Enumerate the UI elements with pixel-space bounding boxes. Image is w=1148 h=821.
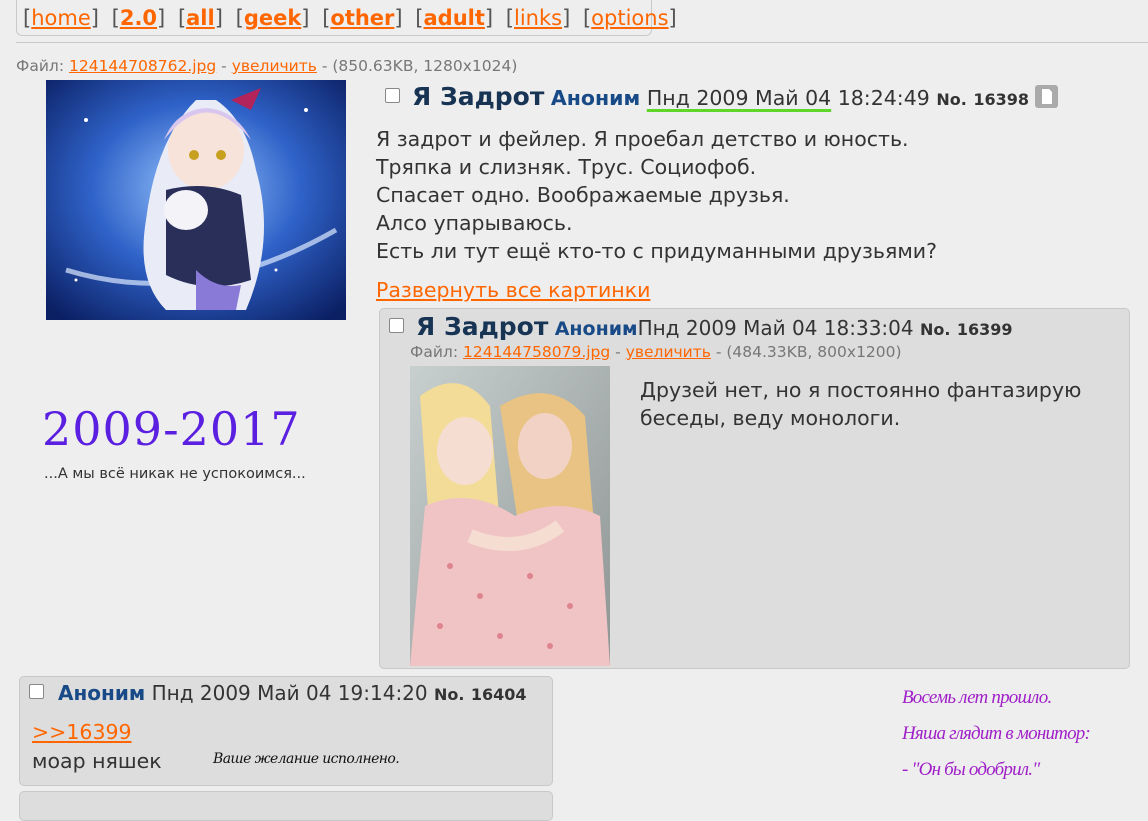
reply2-number-label: No. bbox=[434, 685, 465, 704]
nav-geek[interactable]: [geek] bbox=[236, 6, 310, 30]
reply1-number[interactable]: 16399 bbox=[957, 320, 1013, 339]
next-post-edge bbox=[19, 791, 553, 821]
nav-options[interactable]: [options] bbox=[583, 6, 677, 30]
expand-all-images-link[interactable]: Развернуть все картинки bbox=[376, 278, 650, 302]
reply1-number-label: No. bbox=[919, 320, 951, 339]
op-file-link[interactable]: 124144708762.jpg bbox=[69, 57, 216, 75]
op-time: 18:24:49 bbox=[837, 86, 930, 110]
board-navigation: [home] [2.0] [all] [geek] [other] [adult… bbox=[16, 0, 677, 36]
reply2-message: моар няшек bbox=[32, 749, 162, 773]
op-header: Я Задрот Аноним Пнд 2009 Май 04 18:24:49… bbox=[412, 82, 1029, 111]
reply1-header: Я Задрот АнонимПнд 2009 Май 04 18:33:04 … bbox=[416, 312, 1012, 341]
op-subject: Я Задрот bbox=[412, 82, 545, 111]
nav-2-0[interactable]: [2.0] bbox=[112, 6, 166, 30]
reply1-message-line: беседы, веду монологи. bbox=[640, 406, 901, 430]
reply2-datetime: Пнд 2009 Май 04 19:14:20 bbox=[151, 681, 428, 705]
nav-home-link[interactable]: home bbox=[31, 6, 91, 30]
op-number-label: No. bbox=[936, 90, 967, 109]
logo-text: 2009-2017 bbox=[42, 402, 301, 456]
file-label: Файл: bbox=[410, 343, 459, 361]
op-message-line: Алсо упарываюсь. bbox=[376, 211, 573, 235]
report-icon[interactable] bbox=[1035, 85, 1058, 108]
nav-links[interactable]: [links] bbox=[506, 6, 571, 30]
nav-adult[interactable]: [adult] bbox=[415, 6, 493, 30]
op-file-info: Файл: 124144708762.jpg - увеличить - (85… bbox=[16, 57, 518, 75]
reply2-image-caption: Ваше желание исполнено. bbox=[213, 751, 400, 767]
op-file-meta: (850.63KB, 1280x1024) bbox=[332, 57, 518, 75]
poem-line: Восемь лет прошло. bbox=[902, 687, 1052, 708]
site-logo: 2009-2017 bbox=[40, 395, 340, 465]
file-label: Файл: bbox=[16, 57, 65, 75]
op-thumbnail[interactable] bbox=[46, 80, 346, 320]
reply1-enlarge-link[interactable]: увеличить bbox=[626, 343, 711, 361]
op-date: Пнд 2009 Май 04 bbox=[646, 86, 832, 110]
nav-other-link[interactable]: other bbox=[330, 6, 394, 30]
nav-adult-link[interactable]: adult bbox=[424, 6, 485, 30]
op-number[interactable]: 16398 bbox=[973, 90, 1029, 109]
reply1-select-checkbox[interactable] bbox=[389, 318, 404, 333]
poem-line: - "Он бы одобрил." bbox=[902, 759, 1040, 780]
reply1-thumbnail[interactable] bbox=[410, 366, 610, 666]
op-message: Я задрот и фейлер. Я проебал детство и ю… bbox=[376, 125, 937, 265]
op-message-line: Есть ли тут ещё кто-то с придуманными др… bbox=[376, 239, 938, 263]
reply2-header: Аноним Пнд 2009 Май 04 19:14:20 No. 1640… bbox=[58, 681, 527, 705]
op-message-line: Спасает одно. Воображаемые друзья. bbox=[376, 183, 790, 207]
nav-other[interactable]: [other] bbox=[322, 6, 402, 30]
op-message-line: Тряпка и слизняк. Трус. Социофоб. bbox=[376, 155, 757, 179]
nav-home[interactable]: [home] bbox=[23, 6, 99, 30]
nav-all[interactable]: [all] bbox=[178, 6, 223, 30]
op-poster-name: Аноним bbox=[550, 86, 641, 110]
op-message-line: Я задрот и фейлер. Я проебал детство и ю… bbox=[376, 127, 909, 151]
nav-all-link[interactable]: all bbox=[186, 6, 215, 30]
nav-geek-link[interactable]: geek bbox=[244, 6, 301, 30]
reply1-file-link[interactable]: 124144758079.jpg bbox=[463, 343, 610, 361]
reply1-datetime: Пнд 2009 Май 04 18:33:04 bbox=[637, 316, 914, 340]
reply2-poster-name: Аноним bbox=[58, 681, 146, 705]
poem-line: Няша глядит в монитор: bbox=[902, 723, 1091, 744]
reply2-number[interactable]: 16404 bbox=[471, 685, 527, 704]
nav-options-link[interactable]: options bbox=[591, 6, 668, 30]
op-select-checkbox[interactable] bbox=[385, 88, 400, 103]
reply1-subject: Я Задрот bbox=[416, 312, 549, 341]
reply1-file-meta: (484.33KB, 800x1200) bbox=[726, 343, 902, 361]
op-enlarge-link[interactable]: увеличить bbox=[232, 57, 317, 75]
reply1-file-info: Файл: 124144758079.jpg - увеличить - (48… bbox=[410, 343, 902, 361]
site-tagline: ...А мы всё никак не успокоимся... bbox=[44, 466, 306, 482]
nav-2-0-link[interactable]: 2.0 bbox=[120, 6, 157, 30]
reply2-select-checkbox[interactable] bbox=[29, 684, 44, 699]
poem-text: Восемь лет прошло. Няша глядит в монитор… bbox=[902, 680, 1091, 788]
nav-links-link[interactable]: links bbox=[514, 6, 562, 30]
reply2-quote-link[interactable]: >>16399 bbox=[32, 720, 132, 744]
reply1-poster-name: Аноним bbox=[554, 318, 638, 340]
divider bbox=[16, 42, 1148, 43]
reply1-message: Друзей нет, но я постоянно фантазирую бе… bbox=[640, 376, 1081, 432]
reply1-message-line: Друзей нет, но я постоянно фантазирую bbox=[640, 378, 1082, 402]
